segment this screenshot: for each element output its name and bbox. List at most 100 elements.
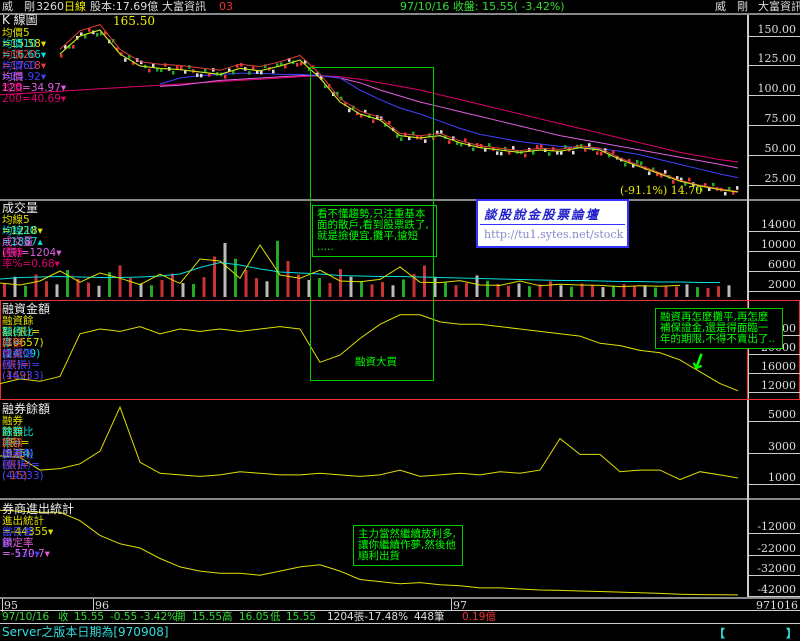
- volume-bar: [601, 287, 605, 297]
- axis-tick-label: 100.00: [749, 82, 800, 96]
- volume-bar: [727, 285, 731, 297]
- axis-tick-label: 12000: [749, 379, 800, 393]
- status-line: 97/10/16 收 15.55 -0.55 -3.42% 開 15.55 高 …: [0, 612, 800, 623]
- axis-tick-label: 1000: [749, 471, 800, 485]
- volume-bar: [87, 282, 90, 297]
- axis-tick-label: 125.00: [749, 52, 800, 66]
- close-label: 收: [58, 611, 69, 623]
- axis-tick-label: -42000: [749, 583, 800, 597]
- candlestick: [664, 170, 667, 174]
- candlestick: [204, 68, 207, 73]
- axis-tick-label: 16000: [749, 360, 800, 374]
- axis-tick-label: 150.00: [749, 23, 800, 37]
- volume-bar: [3, 283, 6, 297]
- volume-bar: [549, 281, 552, 297]
- candlestick: [688, 177, 691, 182]
- volume-bar: [286, 261, 290, 297]
- axis-tick-label: 14000: [749, 218, 800, 232]
- axis-tick-label: 5000: [749, 408, 800, 422]
- candlestick: [736, 186, 739, 190]
- volume-legend-item: 週轉率%=0.68▾: [2, 247, 60, 270]
- candlestick: [148, 68, 151, 73]
- candlestick: [496, 151, 499, 155]
- volume-bar: [507, 285, 510, 297]
- volume-bar: [454, 285, 458, 297]
- input-bracket-right[interactable]: 】: [786, 625, 797, 641]
- volume-bar: [265, 281, 269, 297]
- candlestick: [540, 144, 543, 149]
- input-bracket-left[interactable]: 【: [714, 625, 725, 641]
- candlestick: [600, 151, 603, 156]
- candlestick: [572, 150, 575, 155]
- volume-bar: [139, 283, 143, 297]
- volume-bar: [633, 286, 636, 297]
- candlestick: [532, 150, 535, 155]
- axis-tick-label: -22000: [749, 542, 800, 556]
- low-label: 低: [270, 611, 281, 623]
- candlestick: [712, 182, 715, 187]
- candlestick: [176, 65, 179, 70]
- volume-bar: [160, 279, 164, 297]
- broker-legend-item: 鎖定率=-570.7▾: [2, 537, 50, 560]
- candlestick: [196, 73, 199, 77]
- candlestick: [124, 58, 127, 62]
- volume-bar: [517, 283, 521, 297]
- volume-bar: [244, 270, 248, 297]
- candlestick: [172, 70, 175, 75]
- candlestick: [152, 63, 155, 68]
- candlestick: [224, 75, 227, 79]
- volume-bar: [559, 285, 563, 297]
- candlestick: [284, 64, 287, 69]
- candlestick: [232, 70, 235, 75]
- axis-tick-label: 2000: [749, 278, 800, 292]
- candlestick: [88, 28, 91, 32]
- price-panel-title: K 線圖: [2, 13, 38, 27]
- volume-bar: [97, 285, 101, 297]
- change-pct: -3.42%: [140, 611, 178, 623]
- amount-value: 0.19億: [462, 611, 496, 623]
- axis-tick-label: 3000: [749, 440, 800, 454]
- candlestick: [560, 151, 563, 155]
- high-price-label: 165.50: [113, 14, 155, 28]
- candlestick: [624, 162, 627, 167]
- ma120-line: [159, 75, 739, 169]
- forum-url[interactable]: http://tu1.sytes.net/stock: [480, 225, 625, 244]
- candlestick: [272, 69, 275, 74]
- date-label-end: 971016: [756, 599, 798, 612]
- axis-tick-label: 50.00: [749, 142, 800, 156]
- close-value: 15.55: [74, 611, 105, 623]
- candlestick: [84, 34, 87, 39]
- volume-bar: [55, 284, 59, 297]
- volume-bar: [496, 283, 500, 297]
- volume-bar: [465, 283, 468, 297]
- volume-bar: [181, 283, 185, 297]
- server-version: Server之版本日期為[970908]: [2, 625, 169, 639]
- volume-bar: [118, 265, 122, 297]
- note-main-force: 主力當然繼續放利多,讓你繼續作夢,然後他順利出貨: [353, 525, 463, 566]
- candlestick: [252, 66, 255, 70]
- volume-bar: [192, 283, 195, 297]
- volume-bar: [202, 277, 206, 297]
- note-margin-warning: 融資再怎麼攤平,再怎麼補保證金,還是得面臨一年的期限,不得不賣出了..: [655, 308, 783, 349]
- note-margin-buy: 融資大買: [355, 356, 397, 368]
- axis-tick-label: -12000: [749, 520, 800, 534]
- candlestick: [596, 151, 599, 155]
- volume-bar: [213, 256, 216, 297]
- candlestick: [72, 45, 75, 49]
- axis-tick-label: 25.00: [749, 172, 800, 186]
- volume-bar: [570, 286, 573, 297]
- candlestick: [648, 171, 651, 176]
- low-value: 15.55: [286, 611, 317, 623]
- volume-bar: [13, 276, 17, 297]
- volume-bar: [675, 286, 678, 297]
- volume-bar: [34, 274, 38, 297]
- volume-bar: [643, 285, 647, 297]
- volume-bar: [696, 287, 699, 297]
- candlestick: [512, 146, 515, 150]
- candlestick: [612, 150, 615, 154]
- volume-bar: [591, 284, 594, 297]
- candlestick: [640, 161, 643, 165]
- change-value: -0.55: [110, 611, 138, 623]
- ma60-line: [159, 72, 739, 179]
- candlestick: [548, 152, 551, 156]
